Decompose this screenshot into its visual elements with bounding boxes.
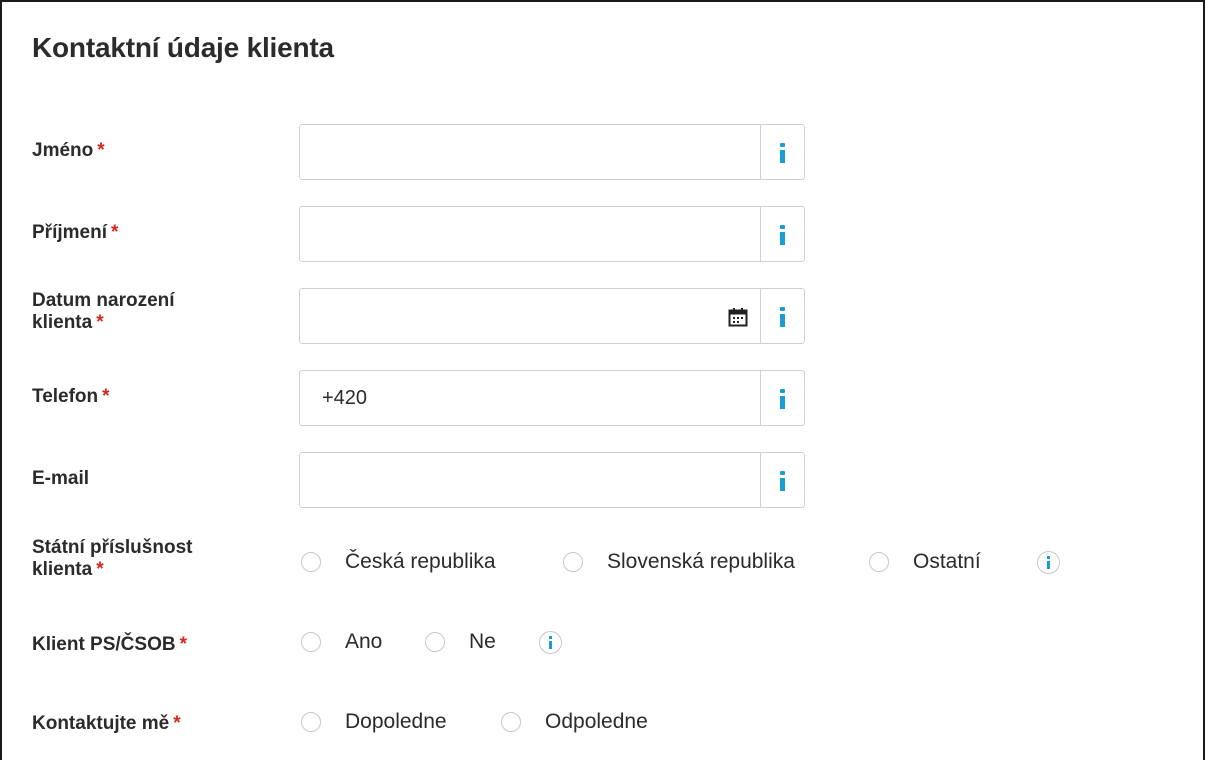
- phone-label: Telefon *: [32, 386, 110, 407]
- radio-unchecked-icon[interactable]: [301, 712, 321, 732]
- email-field[interactable]: [299, 452, 805, 508]
- info-icon: [780, 143, 785, 163]
- info-icon[interactable]: [539, 631, 562, 654]
- phone-info-button[interactable]: [760, 371, 804, 425]
- contact-option-afternoon[interactable]: Odpoledne: [499, 708, 679, 738]
- first-name-info-button[interactable]: [760, 125, 804, 179]
- birth-date-info-button[interactable]: [760, 289, 804, 343]
- info-icon: [780, 471, 785, 491]
- required-marker: *: [102, 386, 110, 407]
- info-icon: [780, 389, 785, 409]
- info-icon[interactable]: [1037, 551, 1060, 574]
- radio-unchecked-icon[interactable]: [869, 552, 889, 572]
- required-marker: *: [96, 312, 104, 333]
- info-icon: [780, 307, 785, 327]
- radio-unchecked-icon[interactable]: [563, 552, 583, 572]
- citizenship-radio-group: Česká republika Slovenská republika Osta…: [299, 548, 1079, 578]
- citizenship-label: Státní příslušnost klienta *: [32, 537, 193, 580]
- contact-time-label: Kontaktujte mě *: [32, 713, 181, 734]
- citizenship-option-sk[interactable]: Slovenská republika: [561, 548, 851, 578]
- calendar-icon[interactable]: [728, 307, 748, 327]
- first-name-label: Jméno *: [32, 140, 105, 161]
- required-marker: *: [97, 140, 105, 161]
- required-marker: *: [179, 634, 187, 655]
- phone-value[interactable]: +420: [322, 371, 367, 425]
- citizenship-option-other[interactable]: Ostatní: [867, 548, 1007, 578]
- required-marker: *: [96, 559, 104, 580]
- phone-field[interactable]: +420: [299, 370, 805, 426]
- radio-unchecked-icon[interactable]: [501, 712, 521, 732]
- citizenship-option-cz[interactable]: Česká republika: [299, 548, 539, 578]
- info-icon: [780, 225, 785, 245]
- radio-unchecked-icon[interactable]: [425, 632, 445, 652]
- client-option-yes[interactable]: Ano: [299, 628, 399, 658]
- last-name-field[interactable]: [299, 206, 805, 262]
- email-label: E-mail: [32, 468, 90, 489]
- last-name-label: Příjmení *: [32, 222, 119, 243]
- contact-option-morning[interactable]: Dopoledne: [299, 708, 479, 738]
- radio-unchecked-icon[interactable]: [301, 632, 321, 652]
- last-name-info-button[interactable]: [760, 207, 804, 261]
- page-title: Kontaktní údaje klienta: [32, 32, 334, 63]
- email-info-button[interactable]: [760, 453, 804, 507]
- client-option-no[interactable]: Ne: [423, 628, 513, 658]
- client-radio-group: Ano Ne: [299, 628, 599, 658]
- radio-unchecked-icon[interactable]: [301, 552, 321, 572]
- contact-time-radio-group: Dopoledne Odpoledne: [299, 708, 699, 738]
- first-name-field[interactable]: [299, 124, 805, 180]
- client-label: Klient PS/ČSOB *: [32, 634, 187, 655]
- required-marker: *: [110, 222, 119, 243]
- birth-date-label: Datum narození klienta *: [32, 290, 175, 333]
- required-marker: *: [173, 713, 181, 734]
- birth-date-field[interactable]: [299, 288, 805, 344]
